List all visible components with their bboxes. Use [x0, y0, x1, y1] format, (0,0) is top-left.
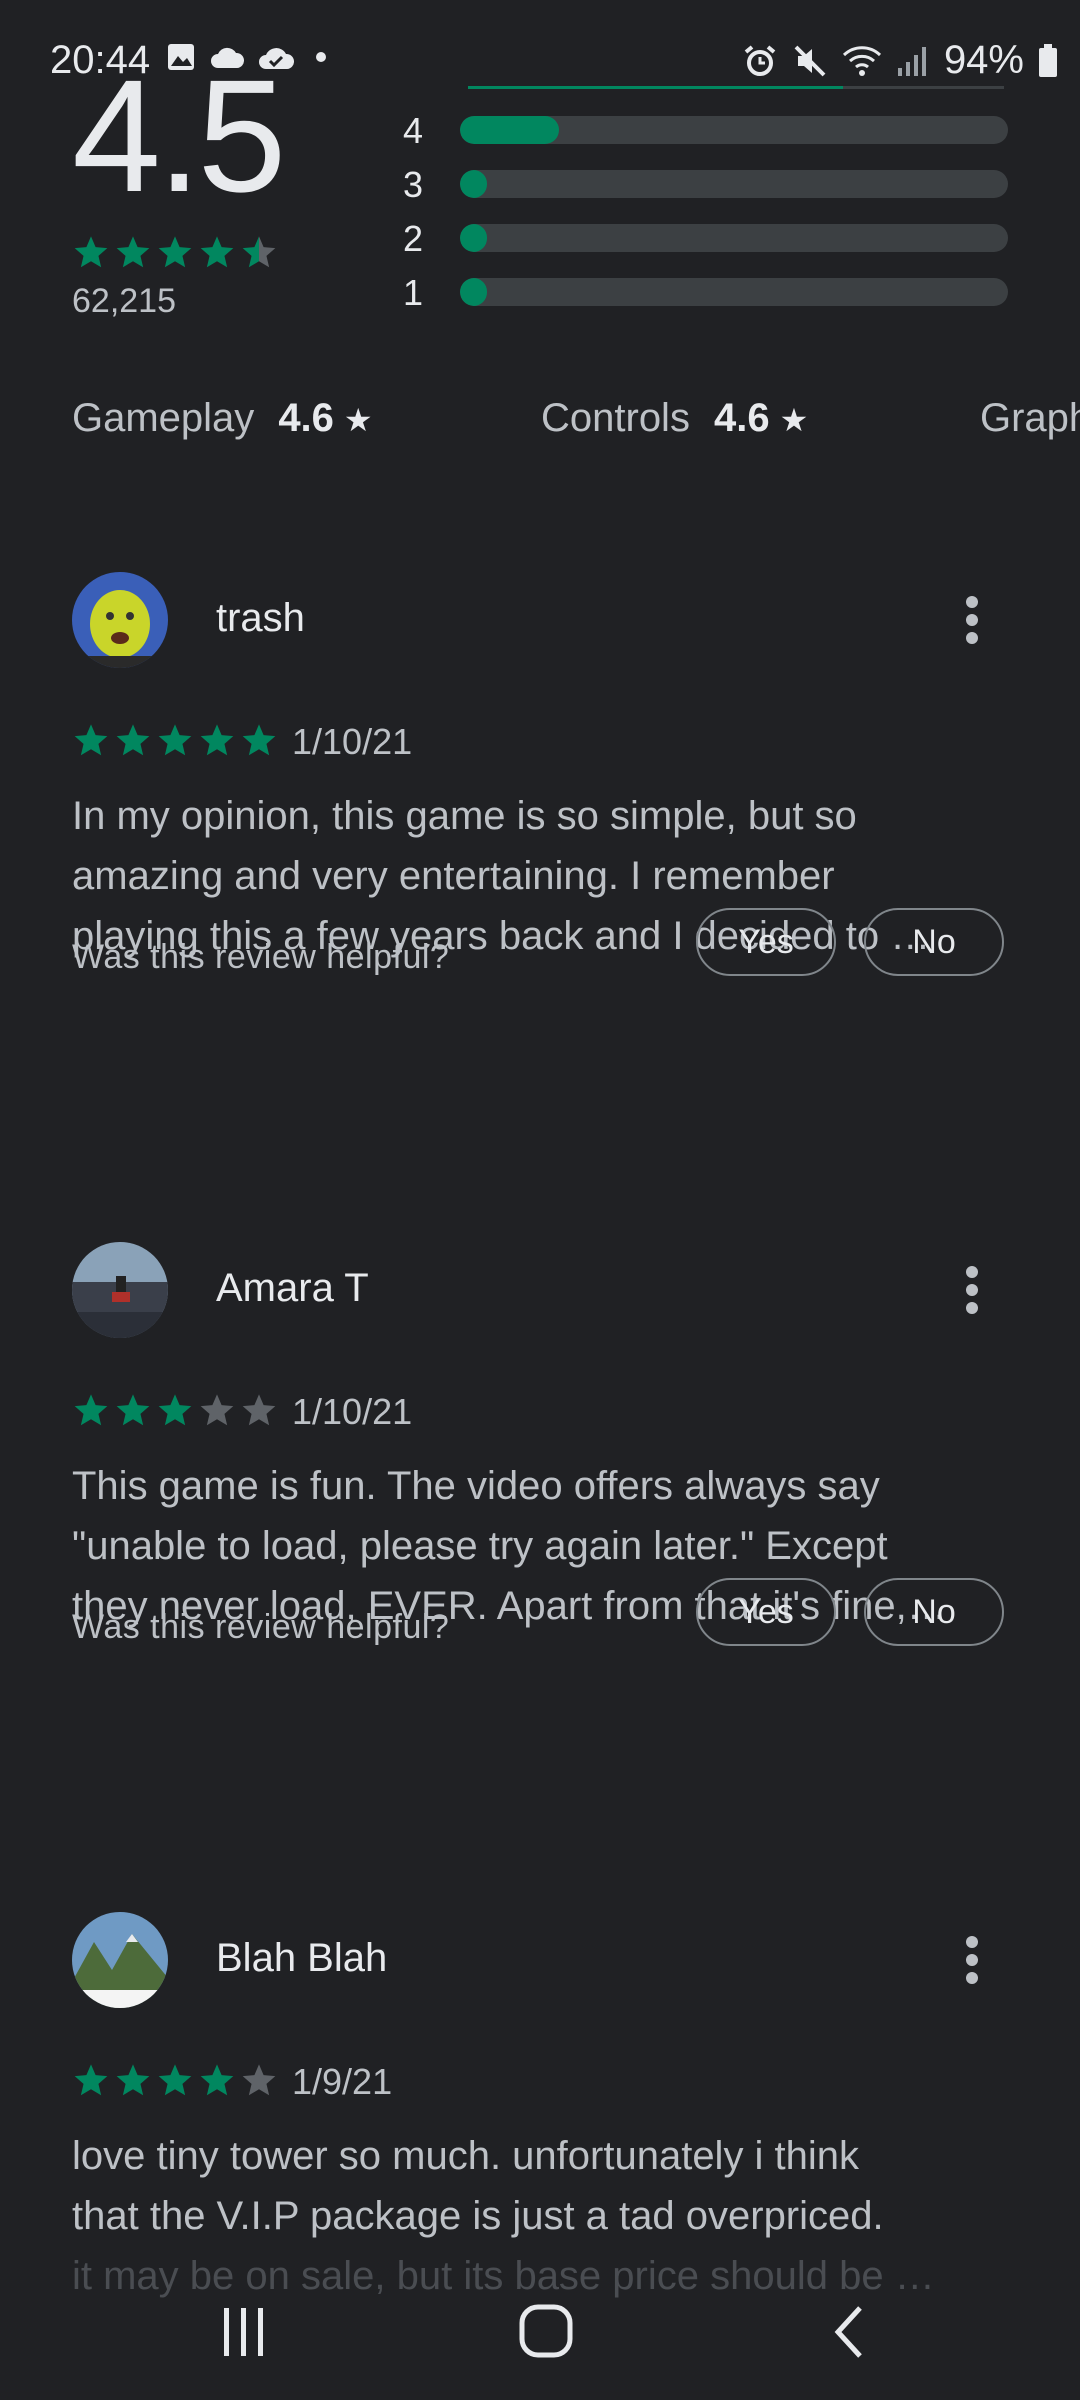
star-icon	[116, 1394, 150, 1426]
review-date: 1/10/21	[292, 721, 413, 762]
mute-icon	[794, 45, 826, 76]
reviewer-name: trash	[216, 596, 305, 640]
star-icon	[200, 1394, 234, 1426]
star-icon	[74, 1394, 108, 1426]
home-icon[interactable]	[516, 2304, 576, 2365]
star-icon	[158, 1394, 192, 1426]
battery-percent: 94%	[943, 38, 1024, 82]
star-icon	[158, 236, 192, 268]
average-rating: 4.5	[72, 46, 286, 225]
star-icon	[116, 724, 150, 756]
distribution-label: 2	[402, 218, 424, 259]
distribution-label: 4	[402, 110, 424, 151]
distribution-bar	[460, 278, 1008, 306]
review-stars	[72, 722, 278, 760]
star-icon	[242, 724, 276, 756]
distribution-label: 1	[402, 272, 424, 313]
yes-button[interactable]: Yes	[696, 908, 836, 976]
star-icon	[158, 2064, 192, 2096]
avatar[interactable]	[72, 1242, 168, 1338]
review-stars	[72, 2062, 278, 2100]
review-date: 1/9/21	[292, 2061, 393, 2102]
review-date: 1/10/21	[292, 1391, 413, 1432]
navigation-bar	[0, 2276, 1080, 2400]
top-distribution-bar	[468, 86, 1004, 89]
avatar[interactable]	[72, 572, 168, 668]
star-icon	[74, 724, 108, 756]
distribution-label: 3	[402, 164, 424, 205]
star-icon	[74, 2064, 108, 2096]
distribution-bar	[460, 224, 1008, 252]
star-icon	[116, 2064, 150, 2096]
star-icon: ★	[343, 402, 373, 438]
distribution-row: 1	[400, 268, 1020, 322]
more-options-button[interactable]	[952, 588, 992, 652]
star-icon	[242, 2064, 276, 2096]
alarm-icon	[744, 44, 776, 76]
star-icon	[242, 1394, 276, 1426]
dot-icon	[316, 52, 326, 62]
category-ratings: Gameplay4.6★ Controls4.6★ Graphics	[0, 396, 1080, 456]
star-icon	[242, 236, 276, 268]
helpful-prompt: Was this review helpful?	[72, 1608, 450, 1646]
distribution-bar	[460, 170, 1008, 198]
category-gameplay: Gameplay 4.6 ★	[72, 396, 373, 440]
star-icon	[158, 724, 192, 756]
more-options-button[interactable]	[952, 1258, 992, 1322]
no-button[interactable]: No	[864, 908, 1004, 976]
yes-button[interactable]: Yes	[696, 1578, 836, 1646]
star-icon	[200, 2064, 234, 2096]
summary-stars	[72, 234, 278, 272]
distribution-row: 3	[400, 160, 1020, 214]
star-icon: ★	[779, 402, 809, 438]
distribution-row: 4	[400, 106, 1020, 160]
avatar[interactable]	[72, 1912, 168, 2008]
reviewer-name: Blah Blah	[216, 1936, 388, 1980]
distribution-row: 2	[400, 214, 1020, 268]
star-icon	[74, 236, 108, 268]
category-controls: Controls 4.6 ★	[541, 396, 809, 440]
back-icon[interactable]	[826, 2304, 872, 2365]
battery-icon	[1039, 43, 1057, 77]
reviewer-name: Amara T	[216, 1266, 369, 1310]
rating-count: 62,215	[72, 282, 176, 320]
distribution-bar	[460, 116, 1008, 144]
wifi-icon	[842, 45, 881, 76]
signal-icon	[897, 46, 926, 76]
no-button[interactable]: No	[864, 1578, 1004, 1646]
helpful-prompt: Was this review helpful?	[72, 938, 450, 976]
more-options-button[interactable]	[952, 1928, 992, 1992]
star-icon	[116, 236, 150, 268]
star-icon	[200, 724, 234, 756]
recents-icon[interactable]	[216, 2304, 272, 2365]
review-stars	[72, 1392, 278, 1430]
star-icon	[200, 236, 234, 268]
category-graphics: Graphics	[980, 396, 1080, 440]
